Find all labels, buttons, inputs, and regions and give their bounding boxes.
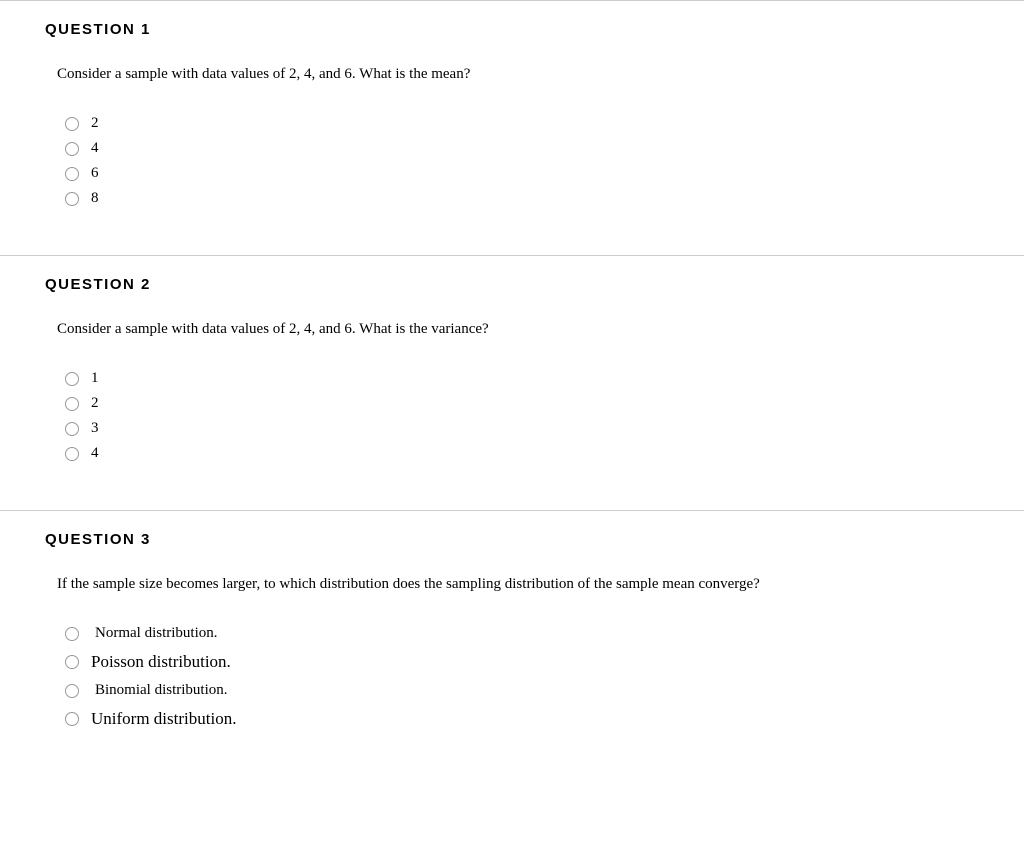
option-label: 2 [91,115,99,132]
option-row: Binomial distribution. [65,682,1024,699]
option-label: 6 [91,165,99,182]
option-label: 8 [91,190,99,207]
radio-option[interactable] [65,372,79,386]
radio-option[interactable] [65,192,79,206]
radio-option[interactable] [65,655,79,669]
question-title: QUESTION 3 [45,531,1024,548]
option-row: 3 [65,420,1024,437]
option-row: Uniform distribution. [65,709,1024,729]
radio-option[interactable] [65,627,79,641]
question-prompt: Consider a sample with data values of 2,… [57,66,1024,83]
question-title: QUESTION 2 [45,276,1024,293]
radio-option[interactable] [65,447,79,461]
question-block-2: QUESTION 2 Consider a sample with data v… [0,255,1024,510]
option-row: Poisson distribution. [65,652,1024,672]
option-row: 6 [65,165,1024,182]
option-row: 1 [65,370,1024,387]
option-label: Normal distribution. [95,625,218,642]
option-label: Uniform distribution. [91,709,236,729]
option-label: Poisson distribution. [91,652,231,672]
option-label: 3 [91,420,99,437]
options-list: 1 2 3 4 [65,370,1024,462]
question-title: QUESTION 1 [45,21,1024,38]
radio-option[interactable] [65,397,79,411]
option-row: 2 [65,115,1024,132]
option-label: 4 [91,140,99,157]
radio-option[interactable] [65,167,79,181]
radio-option[interactable] [65,684,79,698]
option-row: 4 [65,445,1024,462]
option-label: 1 [91,370,99,387]
question-block-3: QUESTION 3 If the sample size becomes la… [0,510,1024,779]
question-prompt: If the sample size becomes larger, to wh… [57,576,1024,593]
options-list: Normal distribution. Poisson distributio… [65,625,1024,729]
option-row: 2 [65,395,1024,412]
option-row: 4 [65,140,1024,157]
radio-option[interactable] [65,142,79,156]
option-label: Binomial distribution. [95,682,228,699]
options-list: 2 4 6 8 [65,115,1024,207]
radio-option[interactable] [65,712,79,726]
question-block-1: QUESTION 1 Consider a sample with data v… [0,0,1024,255]
option-label: 4 [91,445,99,462]
option-row: 8 [65,190,1024,207]
question-prompt: Consider a sample with data values of 2,… [57,321,1024,338]
radio-option[interactable] [65,422,79,436]
radio-option[interactable] [65,117,79,131]
option-label: 2 [91,395,99,412]
option-row: Normal distribution. [65,625,1024,642]
